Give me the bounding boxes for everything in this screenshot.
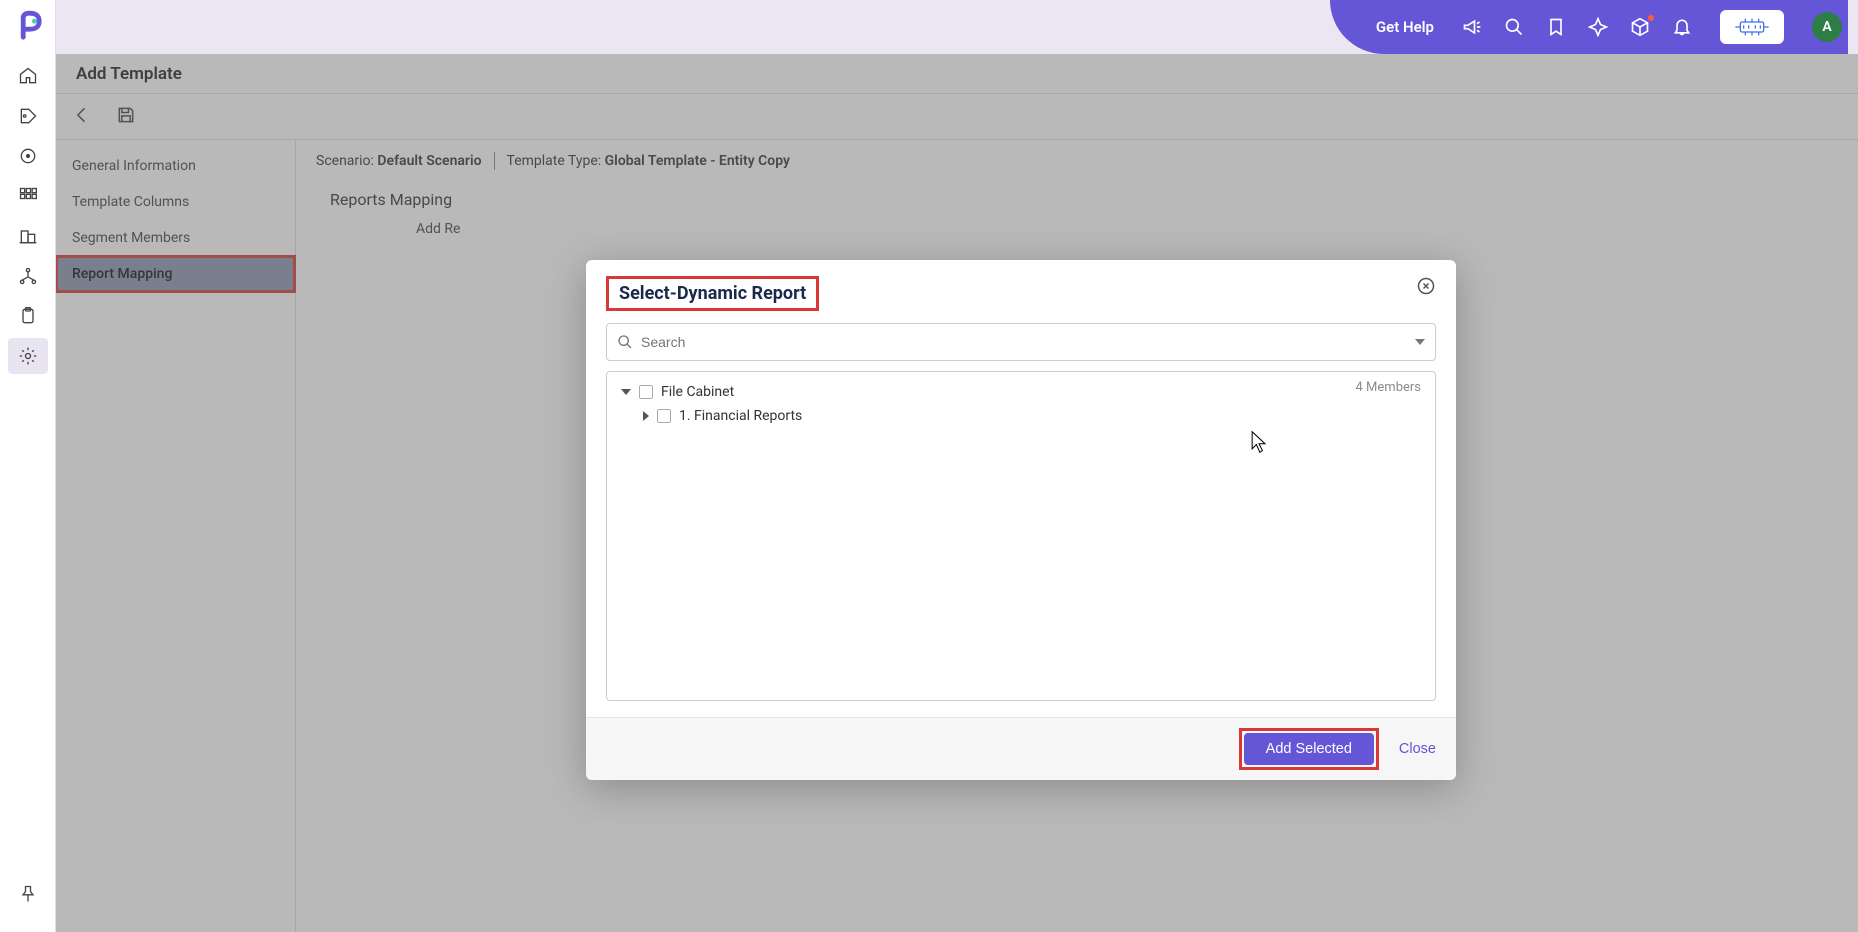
checkbox[interactable] <box>657 409 671 423</box>
tree-root-label: File Cabinet <box>661 384 734 400</box>
search-icon[interactable] <box>1504 17 1524 37</box>
search-icon <box>617 334 633 350</box>
chip-indicator-button[interactable] <box>1720 10 1784 44</box>
members-count: 4 Members <box>1356 380 1421 395</box>
modal-title-highlight-box: Select-Dynamic Report <box>606 276 819 311</box>
modal-header: Select-Dynamic Report <box>586 260 1456 323</box>
collapse-icon[interactable] <box>621 389 631 395</box>
tag-icon[interactable] <box>8 98 48 134</box>
select-dynamic-report-modal: Select-Dynamic Report 4 Members File Cab… <box>586 260 1456 780</box>
get-help-link[interactable]: Get Help <box>1370 18 1440 36</box>
package-icon[interactable] <box>1630 17 1650 37</box>
checkbox[interactable] <box>639 385 653 399</box>
bell-icon[interactable] <box>1672 17 1692 37</box>
app-logo <box>10 8 46 44</box>
modal-footer: Add Selected Close <box>586 717 1456 780</box>
top-header: Get Help A <box>56 0 1858 54</box>
close-button[interactable]: Close <box>1399 741 1436 757</box>
home-icon[interactable] <box>8 58 48 94</box>
search-input[interactable] <box>641 334 1407 350</box>
close-icon[interactable] <box>1416 276 1436 300</box>
megaphone-icon[interactable] <box>1462 17 1482 37</box>
header-right-section: Get Help A <box>1330 0 1848 54</box>
building-icon[interactable] <box>8 218 48 254</box>
clipboard-icon[interactable] <box>8 298 48 334</box>
add-selected-button[interactable]: Add Selected <box>1244 733 1374 765</box>
tree-node-child[interactable]: 1. Financial Reports <box>619 404 1423 428</box>
dropdown-caret-icon[interactable] <box>1415 339 1425 345</box>
bookmark-icon[interactable] <box>1546 17 1566 37</box>
tree-child1-label: 1. Financial Reports <box>679 408 802 424</box>
search-input-container[interactable] <box>606 323 1436 361</box>
user-avatar[interactable]: A <box>1812 12 1842 42</box>
tree-node-root[interactable]: File Cabinet <box>619 380 1423 404</box>
hierarchy-icon[interactable] <box>8 258 48 294</box>
notification-dot <box>1648 15 1654 21</box>
target-icon[interactable] <box>8 138 48 174</box>
left-navigation-rail <box>0 0 56 932</box>
add-selected-highlight-box: Add Selected <box>1239 728 1379 770</box>
modal-title: Select-Dynamic Report <box>619 283 806 304</box>
settings-icon[interactable] <box>8 338 48 374</box>
report-tree: 4 Members File Cabinet 1. Financial Repo… <box>606 371 1436 701</box>
modal-body: 4 Members File Cabinet 1. Financial Repo… <box>586 323 1456 717</box>
grid-icon[interactable] <box>8 178 48 214</box>
expand-icon[interactable] <box>643 411 649 421</box>
compass-icon[interactable] <box>1588 17 1608 37</box>
pin-icon[interactable] <box>8 876 48 912</box>
